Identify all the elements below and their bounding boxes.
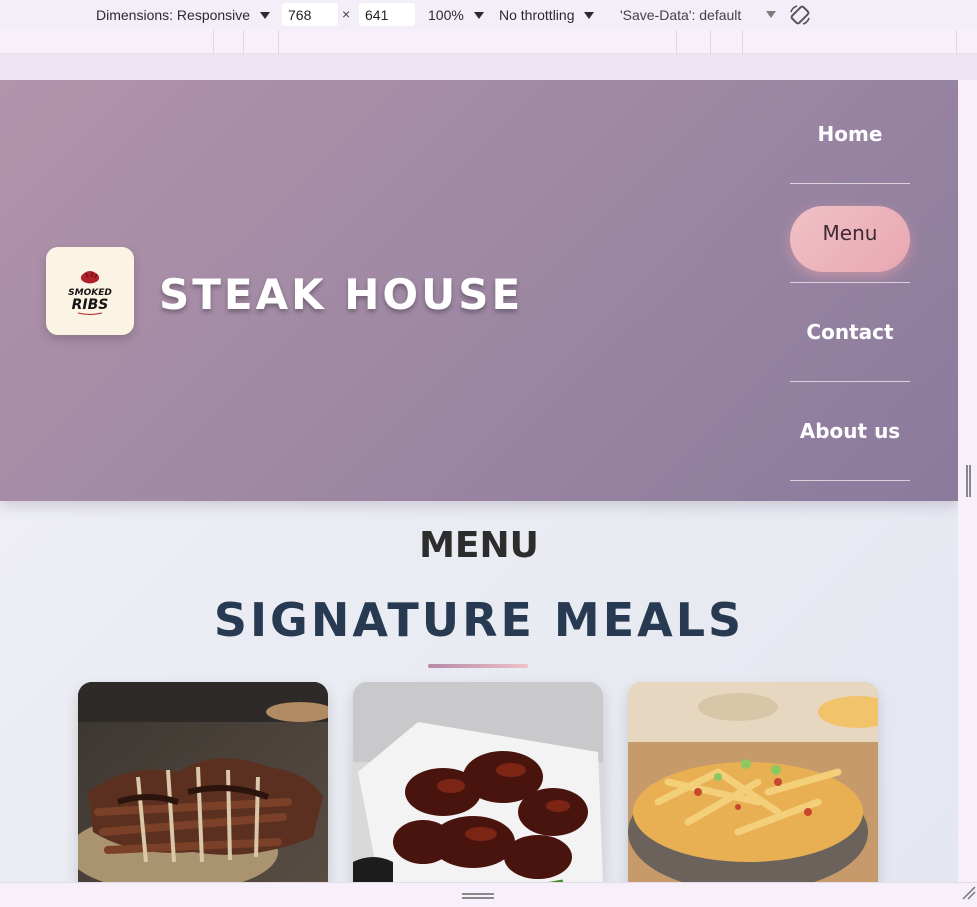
- glazed-wings-photo: [353, 682, 603, 882]
- section-title: SIGNATURE MEALS: [213, 593, 745, 647]
- chevron-down-icon: [260, 11, 271, 19]
- nav-item-contact[interactable]: Contact: [790, 283, 910, 382]
- ruler-gutter: [0, 54, 977, 80]
- zoom-label: 100%: [428, 7, 464, 23]
- media-query-ruler: [0, 30, 977, 54]
- chevron-down-icon[interactable]: [766, 11, 776, 18]
- devtools-bottom-bar: [0, 882, 977, 907]
- nav-label: Contact: [806, 320, 894, 344]
- dimensions-label: Dimensions: Responsive: [96, 7, 251, 23]
- height-input[interactable]: 641: [359, 3, 415, 26]
- bbq-ribs-photo: [78, 682, 328, 882]
- viewport-resize-handle[interactable]: [966, 465, 971, 497]
- nav-item-about[interactable]: About us: [790, 382, 910, 481]
- nav-item-menu[interactable]: Menu: [790, 184, 910, 283]
- meal-card-wings[interactable]: [353, 682, 603, 882]
- smoked-ribs-logo-icon: SMOKED RIBS: [68, 271, 112, 315]
- chevron-down-icon: [473, 11, 484, 19]
- rotate-icon[interactable]: [788, 3, 812, 27]
- throttling-label: No throttling: [499, 7, 575, 23]
- title-divider: [428, 664, 528, 668]
- device-viewport: SMOKED RIBS STEAK HOUSE Home Menu Contac…: [0, 80, 958, 882]
- width-input[interactable]: 768: [282, 3, 338, 26]
- meal-card-fries[interactable]: [628, 682, 878, 882]
- brand-name: STEAK HOUSE: [159, 270, 524, 319]
- loaded-fries-photo: [628, 682, 878, 882]
- nav-label: Home: [817, 122, 883, 146]
- chevron-down-icon: [584, 11, 595, 19]
- meal-card-ribs[interactable]: [78, 682, 328, 882]
- section-kicker: MENU: [419, 525, 539, 566]
- svg-text:RIBS: RIBS: [72, 297, 109, 313]
- main-nav: Home Menu Contact About us: [790, 85, 910, 481]
- logo[interactable]: SMOKED RIBS: [46, 247, 134, 335]
- times-sign: ×: [342, 6, 351, 22]
- throttling-dropdown[interactable]: No throttling: [499, 0, 595, 30]
- hero-header: SMOKED RIBS STEAK HOUSE Home Menu Contac…: [0, 80, 958, 501]
- dimensions-dropdown[interactable]: Dimensions: Responsive: [96, 0, 271, 30]
- devtools-toolbar: Dimensions: Responsive 768 × 641 100% No…: [0, 0, 977, 30]
- nav-item-home[interactable]: Home: [790, 85, 910, 184]
- zoom-dropdown[interactable]: 100%: [428, 0, 484, 30]
- nav-label: About us: [799, 419, 901, 443]
- bottom-resize-handle[interactable]: [462, 893, 494, 899]
- save-data-dropdown[interactable]: 'Save-Data': default: [620, 0, 741, 30]
- save-data-label: 'Save-Data': default: [620, 7, 742, 23]
- nav-label: Menu: [822, 221, 878, 245]
- corner-resize-icon[interactable]: [960, 884, 977, 901]
